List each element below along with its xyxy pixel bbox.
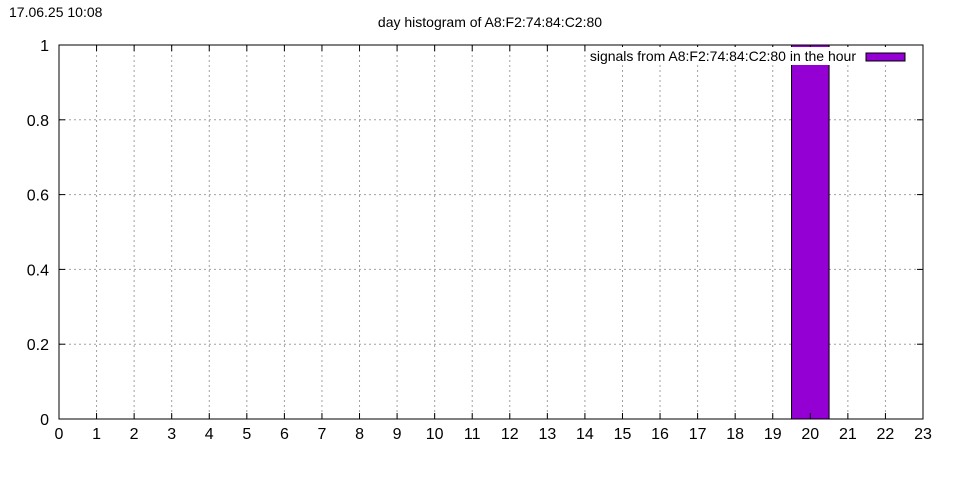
y-tick-label: 0.2 (27, 337, 49, 354)
x-tick-label: 5 (242, 426, 251, 443)
chart-title: day histogram of A8:F2:74:84:C2:80 (378, 14, 602, 30)
x-tick-label: 10 (426, 426, 444, 443)
x-tick-label: 21 (839, 426, 857, 443)
x-tick-label: 3 (167, 426, 176, 443)
x-tick-label: 23 (914, 426, 932, 443)
x-tick-label: 12 (501, 426, 519, 443)
y-tick-label: 0.8 (27, 113, 49, 130)
x-tick-label: 6 (280, 426, 289, 443)
x-tick-label: 7 (318, 426, 327, 443)
legend-swatch (865, 52, 906, 62)
histogram-bar (791, 44, 830, 420)
y-tick-label: 1 (40, 38, 49, 55)
x-tick-label: 17 (689, 426, 707, 443)
legend: signals from A8:F2:74:84:C2:80 in the ho… (586, 47, 911, 65)
x-tick-label: 13 (538, 426, 556, 443)
y-tick-label: 0.6 (27, 188, 49, 205)
y-tick-label: 0.4 (27, 262, 49, 279)
x-tick-label: 1 (92, 426, 101, 443)
x-tick-label: 20 (801, 426, 819, 443)
x-tick-label: 15 (614, 426, 632, 443)
x-tick-label: 9 (393, 426, 402, 443)
y-tick-label: 0 (40, 412, 49, 429)
x-tick-label: 11 (464, 426, 481, 443)
x-tick-label: 8 (355, 426, 364, 443)
x-tick-label: 16 (651, 426, 669, 443)
x-tick-label: 18 (726, 426, 744, 443)
y-tick-labels: 0 0.2 0.4 0.6 0.8 1 (27, 38, 49, 429)
bars (791, 44, 830, 420)
x-tick-label: 4 (205, 426, 214, 443)
x-tick-label: 2 (130, 426, 139, 443)
x-tick-label: 19 (764, 426, 782, 443)
x-tick-labels: 0 1 2 3 4 5 6 7 8 9 10 11 12 13 14 15 16 17 18 19 20 21 22 23 (55, 426, 932, 443)
x-tick-label: 14 (576, 426, 594, 443)
legend-label: signals from A8:F2:74:84:C2:80 in the ho… (590, 48, 856, 64)
x-tick-label: 0 (55, 426, 64, 443)
x-tick-label: 22 (877, 426, 895, 443)
histogram-chart: day histogram of A8:F2:74:84:C2:80 01234… (27, 14, 932, 443)
